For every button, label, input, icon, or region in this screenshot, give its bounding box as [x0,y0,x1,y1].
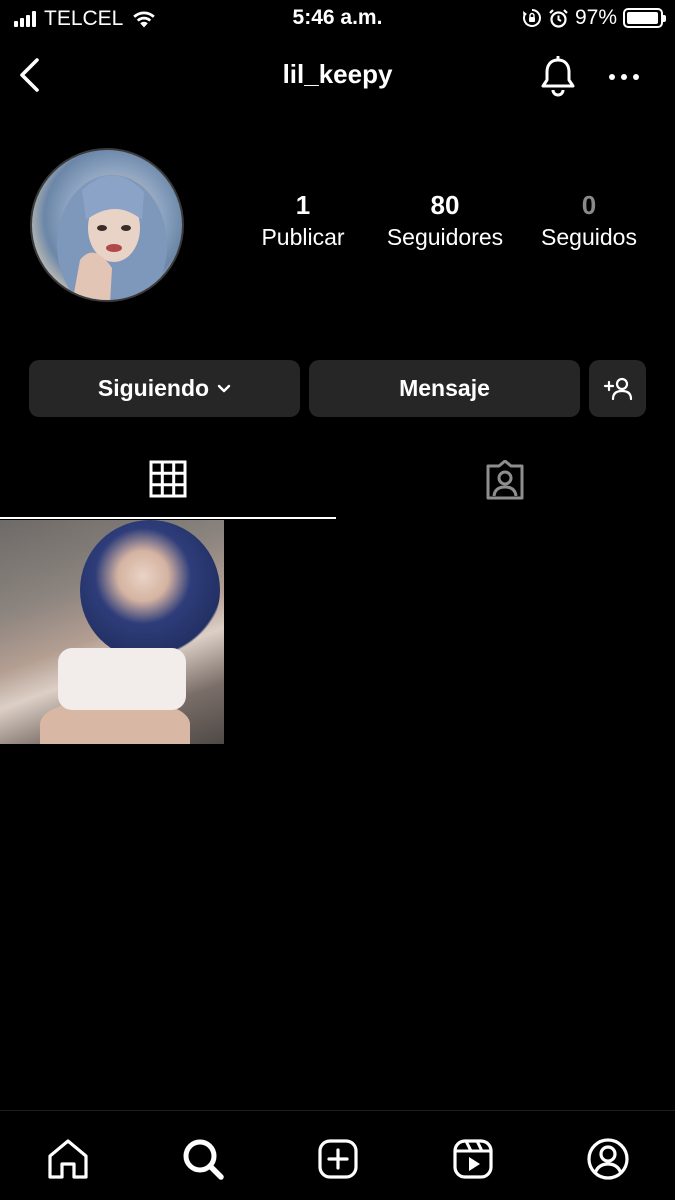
post-thumbnail[interactable] [0,520,224,744]
stat-followers-value: 80 [430,190,460,220]
stat-following-label: Seguidos [541,224,637,250]
add-person-icon [603,377,632,400]
bell-icon [541,56,575,97]
avatar-image [57,175,167,300]
message-button-label: Mensaje [399,375,490,401]
search-icon [183,1139,224,1180]
status-bar: TELCEL 5:46 a.m. 97% [0,0,675,38]
more-dots-icon [609,74,639,80]
nav-profile[interactable] [580,1131,636,1187]
following-button-label: Siguiendo [97,375,210,401]
message-button[interactable]: Mensaje [309,360,580,417]
bottom-navigation [0,1110,675,1200]
stat-posts-value: 1 [295,190,311,220]
battery-icon [623,8,666,28]
profile-tabs [0,440,675,519]
home-icon [48,1139,88,1179]
tab-posts-grid[interactable] [0,440,336,519]
suggested-accounts-button[interactable] [589,360,646,417]
chevron-down-icon [217,384,231,392]
stat-posts-label: Publicar [261,224,345,250]
notifications-button[interactable] [534,53,582,101]
stat-followers[interactable]: 80 Seguidores [370,188,520,252]
nav-create[interactable] [310,1131,366,1187]
tab-tagged[interactable] [337,440,673,519]
grid-icon [149,460,187,497]
profile-icon [587,1138,629,1180]
stat-following-value: 0 [581,190,597,220]
avatar[interactable] [30,148,184,302]
battery-level [627,12,659,24]
nav-reels[interactable] [445,1131,501,1187]
battery-percent: 97% [574,6,617,29]
profile-actions: Siguiendo Mensaje [29,360,646,417]
back-button[interactable] [10,53,50,97]
tagged-icon [486,459,524,499]
profile-header: lil_keepy [0,45,675,107]
stat-followers-label: Seguidores [386,224,504,250]
create-icon [318,1139,358,1179]
following-button[interactable]: Siguiendo [29,360,300,417]
post-image-figure [80,520,220,660]
status-right: 97% [522,6,666,30]
nav-search[interactable] [175,1131,231,1187]
reels-icon [453,1139,493,1179]
nav-home[interactable] [40,1131,96,1187]
stat-posts[interactable]: 1 Publicar [228,188,378,252]
stat-following[interactable]: 0 Seguidos [514,188,664,252]
profile-stats: 1 Publicar 80 Seguidores 0 Seguidos [228,188,658,268]
back-chevron-icon [20,58,39,92]
post-image-top [58,648,186,710]
alarm-icon [549,8,568,28]
more-options-button[interactable] [602,59,646,95]
orientation-lock-icon [522,9,541,27]
